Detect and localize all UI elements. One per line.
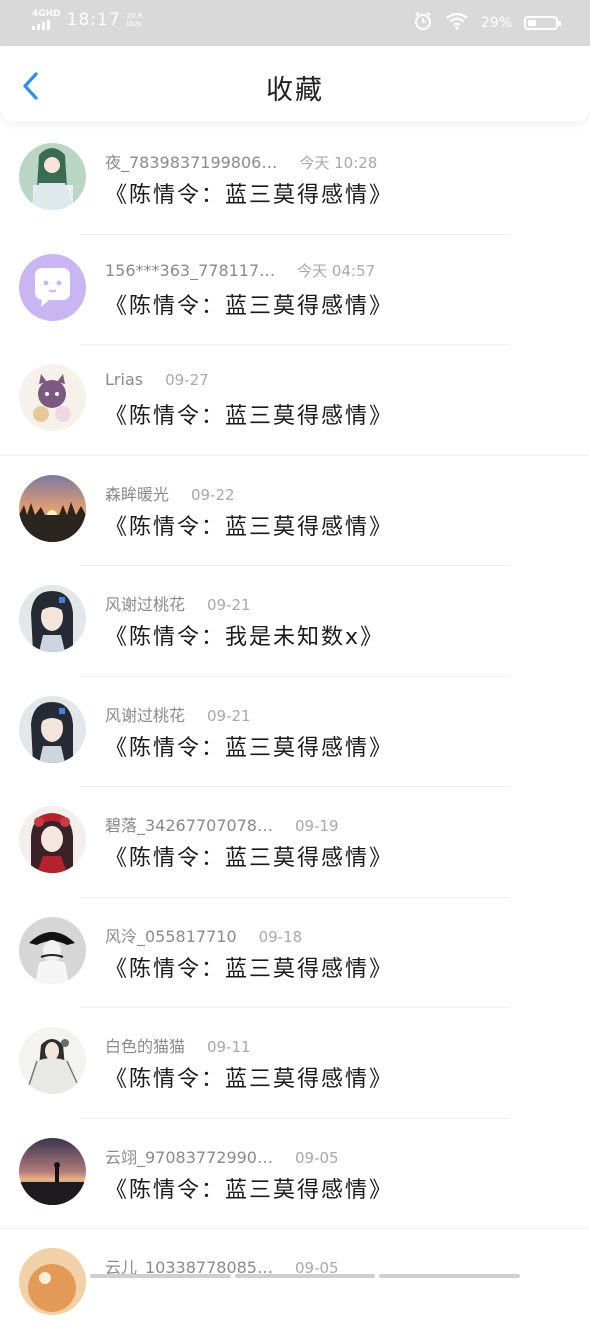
status-right: 29% [413,11,561,35]
timestamp: 09-27 [165,371,209,389]
favorite-title: 《陈情令：蓝三莫得感情》 [105,183,394,208]
list-item[interactable]: 风谢过桃花 09-21 《陈情令：蓝三莫得感情》 [0,677,590,787]
favorite-title: 《陈情令：蓝三莫得感情》 [105,404,394,429]
favorite-title: 《陈情令：蓝三莫得感情》 [105,956,394,982]
list-item[interactable]: 白色的猫猫 09-11 《陈情令：蓝三莫得感情》 [0,1008,590,1119]
favorite-title: 《陈情令：我是未知数x》 [105,625,385,650]
favorite-title: 《陈情令：蓝三莫得感情》 [105,293,394,319]
status-left: 4GHD 18:17 20.8 kb/s [32,10,145,30]
user-name: Lrias [105,370,144,389]
user-name: 风泠_055817710 [105,926,237,946]
timestamp: 09-18 [258,927,303,946]
list-item[interactable]: 风谢过桃花 09-21 《陈情令：我是未知数x》 [0,566,590,677]
signal-icon [32,19,61,30]
avatar[interactable] [19,1137,86,1205]
list-item[interactable]: 夜_7839837199806… 今天 10:28 《陈情令：蓝三莫得感情》 [0,124,590,235]
timestamp: 09-19 [294,817,339,835]
avatar[interactable] [19,585,86,652]
user-name: 森眸暖光 [105,484,170,504]
avatar[interactable] [19,474,86,542]
app-header: 收藏 [0,46,590,122]
timestamp: 今天 10:28 [299,154,378,172]
network-type: 4GHD [32,9,61,19]
list-item[interactable]: 云儿_10338778085… 09-05 [0,1229,590,1340]
status-bar: 4GHD 18:17 20.8 kb/s 29% [0,0,590,46]
user-name: 白色的猫猫 [105,1037,186,1056]
list-item[interactable]: 156***363_778117… 今天 04:57 《陈情令：蓝三莫得感情》 [0,235,590,345]
battery-icon [524,16,561,30]
alarm-icon [413,11,433,35]
avatar[interactable] [19,253,86,321]
favorite-title: 《陈情令：蓝三莫得感情》 [105,1067,394,1092]
timestamp: 09-21 [207,596,251,614]
avatar[interactable] [19,695,86,763]
favorite-title: 《陈情令：蓝三莫得感情》 [105,514,394,540]
timestamp: 今天 04:57 [297,261,376,280]
avatar[interactable] [19,806,86,873]
battery-percent: 29% [480,15,512,31]
wifi-icon [445,12,469,34]
list-item[interactable]: 云翊_97083772990… 09-05 《陈情令：蓝三莫得感情》 [0,1119,590,1229]
clock: 18:17 [66,10,121,30]
avatar[interactable] [19,916,86,984]
battery-level [528,20,536,26]
user-name: 碧落_34267707078… [105,816,273,835]
page-title: 收藏 [266,75,324,106]
scroll-indicator [90,1274,521,1278]
timestamp: 09-11 [207,1038,251,1056]
timestamp: 09-22 [191,485,235,504]
user-name: 夜_7839837199806… [105,153,278,172]
list-item[interactable]: Lrias 09-27 《陈情令：蓝三莫得感情》 [0,345,590,456]
avatar[interactable] [19,143,86,210]
favorites-list: 夜_7839837199806… 今天 10:28 《陈情令：蓝三莫得感情》 15… [0,124,590,1340]
list-item[interactable]: 碧落_34267707078… 09-19 《陈情令：蓝三莫得感情》 [0,787,590,898]
list-item[interactable]: 森眸暖光 09-22 《陈情令：蓝三莫得感情》 [0,456,590,566]
avatar[interactable] [19,1027,86,1094]
list-item[interactable]: 风泠_055817710 09-18 《陈情令：蓝三莫得感情》 [0,898,590,1008]
user-name: 云翊_97083772990… [105,1147,273,1167]
avatar[interactable] [19,1248,86,1315]
avatar[interactable] [19,364,86,431]
favorite-title: 《陈情令：蓝三莫得感情》 [105,735,394,761]
timestamp: 09-05 [294,1148,339,1167]
timestamp: 09-21 [207,706,251,725]
user-name: 156***363_778117… [105,260,276,280]
user-name: 风谢过桃花 [105,595,186,614]
network-indicator: 4GHD [32,10,61,30]
user-name: 风谢过桃花 [105,705,186,725]
favorite-title: 《陈情令：蓝三莫得感情》 [105,846,394,871]
favorite-title: 《陈情令：蓝三莫得感情》 [105,1177,394,1203]
network-speed: 20.8 kb/s [126,12,143,28]
